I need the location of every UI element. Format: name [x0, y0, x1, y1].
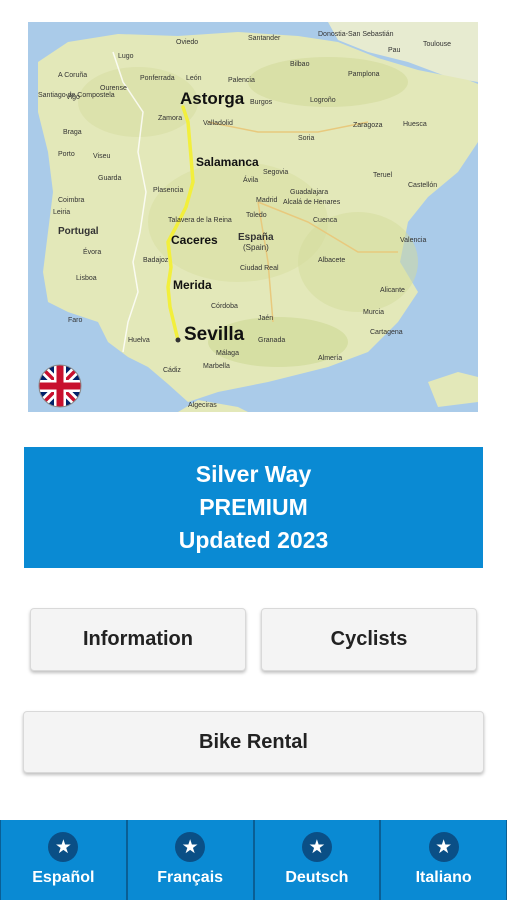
language-label: Español — [32, 869, 95, 886]
city-astorga: Astorga — [180, 89, 245, 108]
map-image: A Coruña Santiago de Compostela Lugo Vig… — [28, 22, 478, 412]
banner-updated: Updated 2023 — [178, 527, 329, 553]
svg-text:Évora: Évora — [83, 247, 101, 256]
svg-text:Castellón: Castellón — [408, 182, 437, 189]
svg-text:Braga: Braga — [63, 129, 82, 136]
language-bar: ★ Español ★ Français ★ Deutsch ★ Italian… — [0, 820, 507, 900]
cyclists-button[interactable]: Cyclists — [261, 608, 477, 671]
svg-text:Vigo: Vigo — [66, 94, 80, 101]
svg-text:Alcalá de Henares: Alcalá de Henares — [283, 199, 341, 206]
language-label: Français — [157, 869, 224, 886]
star-icon: ★ — [301, 832, 332, 862]
city-salamanca: Salamanca — [196, 155, 259, 169]
information-button-label: Information — [83, 628, 193, 650]
city-caceres: Caceres — [171, 233, 218, 247]
svg-text:Valladolid: Valladolid — [203, 120, 233, 127]
svg-text:Alicante: Alicante — [380, 287, 405, 294]
svg-text:Segovia: Segovia — [263, 169, 288, 176]
svg-text:Faro: Faro — [68, 317, 83, 324]
svg-text:Ourense: Ourense — [100, 85, 127, 92]
svg-text:Ciudad Real: Ciudad Real — [240, 265, 279, 272]
title-banner: Silver Way PREMIUM Updated 2023 — [24, 447, 483, 568]
svg-text:Badajoz: Badajoz — [143, 257, 169, 264]
svg-text:Burgos: Burgos — [250, 99, 273, 106]
svg-text:Viseu: Viseu — [93, 153, 110, 160]
svg-text:Plasencia: Plasencia — [153, 187, 183, 194]
cyclists-button-label: Cyclists — [330, 628, 408, 650]
svg-text:Marbella: Marbella — [203, 363, 230, 370]
svg-text:Albacete: Albacete — [318, 257, 345, 264]
svg-text:Guarda: Guarda — [98, 175, 121, 182]
svg-text:Granada: Granada — [258, 337, 285, 344]
svg-text:Ávila: Ávila — [243, 175, 258, 184]
language-label: Italiano — [415, 869, 472, 886]
svg-text:Porto: Porto — [58, 151, 75, 158]
language-deutsch-button[interactable]: ★ Deutsch — [253, 820, 381, 900]
language-label: Deutsch — [285, 869, 349, 886]
svg-text:León: León — [186, 75, 202, 82]
svg-text:Oviedo: Oviedo — [176, 39, 198, 46]
svg-text:Lisboa: Lisboa — [76, 275, 97, 282]
route-map: A Coruña Santiago de Compostela Lugo Vig… — [28, 22, 478, 412]
svg-text:Huesca: Huesca — [403, 121, 427, 128]
svg-text:Cuenca: Cuenca — [313, 217, 337, 224]
svg-text:Zamora: Zamora — [158, 115, 182, 122]
svg-text:A Coruña: A Coruña — [58, 72, 87, 79]
svg-text:Soria: Soria — [298, 135, 314, 142]
language-francais-button[interactable]: ★ Français — [126, 820, 254, 900]
star-icon: ★ — [428, 832, 459, 862]
svg-text:Bilbao: Bilbao — [290, 61, 310, 68]
star-icon: ★ — [175, 832, 206, 862]
svg-text:Coimbra: Coimbra — [58, 197, 85, 204]
city-sevilla: Sevilla — [184, 324, 245, 345]
svg-text:Teruel: Teruel — [373, 172, 393, 179]
svg-text:Cádiz: Cádiz — [163, 367, 181, 374]
svg-text:Cartagena: Cartagena — [370, 329, 403, 336]
bike-rental-button[interactable]: Bike Rental — [23, 711, 484, 773]
svg-text:España: España — [238, 232, 274, 243]
city-merida: Merida — [173, 278, 212, 292]
svg-text:Madrid: Madrid — [256, 197, 278, 204]
svg-text:Logroño: Logroño — [310, 97, 336, 104]
svg-text:Portugal: Portugal — [58, 226, 99, 237]
svg-text:Huelva: Huelva — [128, 337, 150, 344]
svg-text:Jaén: Jaén — [258, 315, 273, 322]
svg-text:Pau: Pau — [388, 47, 401, 54]
svg-text:Toledo: Toledo — [246, 212, 267, 219]
language-espanol-button[interactable]: ★ Español — [0, 820, 127, 900]
svg-text:Algeciras: Algeciras — [188, 402, 217, 409]
svg-text:Málaga: Málaga — [216, 350, 239, 357]
svg-text:Guadalajara: Guadalajara — [290, 189, 328, 196]
banner-edition: PREMIUM — [199, 494, 308, 520]
svg-text:Murcia: Murcia — [363, 309, 384, 316]
banner-title: Silver Way — [195, 461, 312, 487]
svg-text:Pamplona: Pamplona — [348, 71, 380, 78]
language-italiano-button[interactable]: ★ Italiano — [380, 820, 507, 900]
svg-text:Santander: Santander — [248, 35, 281, 42]
information-button[interactable]: Information — [30, 608, 246, 671]
svg-text:Leiria: Leiria — [53, 209, 70, 216]
svg-text:Zaragoza: Zaragoza — [353, 122, 383, 129]
svg-text:Córdoba: Córdoba — [211, 303, 238, 310]
svg-text:Valencia: Valencia — [400, 237, 426, 244]
svg-text:Toulouse: Toulouse — [423, 41, 451, 48]
svg-text:Donostia-San Sebastián: Donostia-San Sebastián — [318, 31, 394, 38]
bike-rental-button-label: Bike Rental — [199, 730, 308, 753]
svg-text:Palencia: Palencia — [228, 77, 255, 84]
svg-text:(Spain): (Spain) — [243, 243, 269, 252]
svg-text:Talavera de la Reina: Talavera de la Reina — [168, 217, 232, 224]
svg-text:Lugo: Lugo — [118, 53, 134, 60]
star-icon: ★ — [48, 832, 79, 862]
svg-text:Almería: Almería — [318, 355, 342, 362]
svg-text:Ponferrada: Ponferrada — [140, 75, 175, 82]
